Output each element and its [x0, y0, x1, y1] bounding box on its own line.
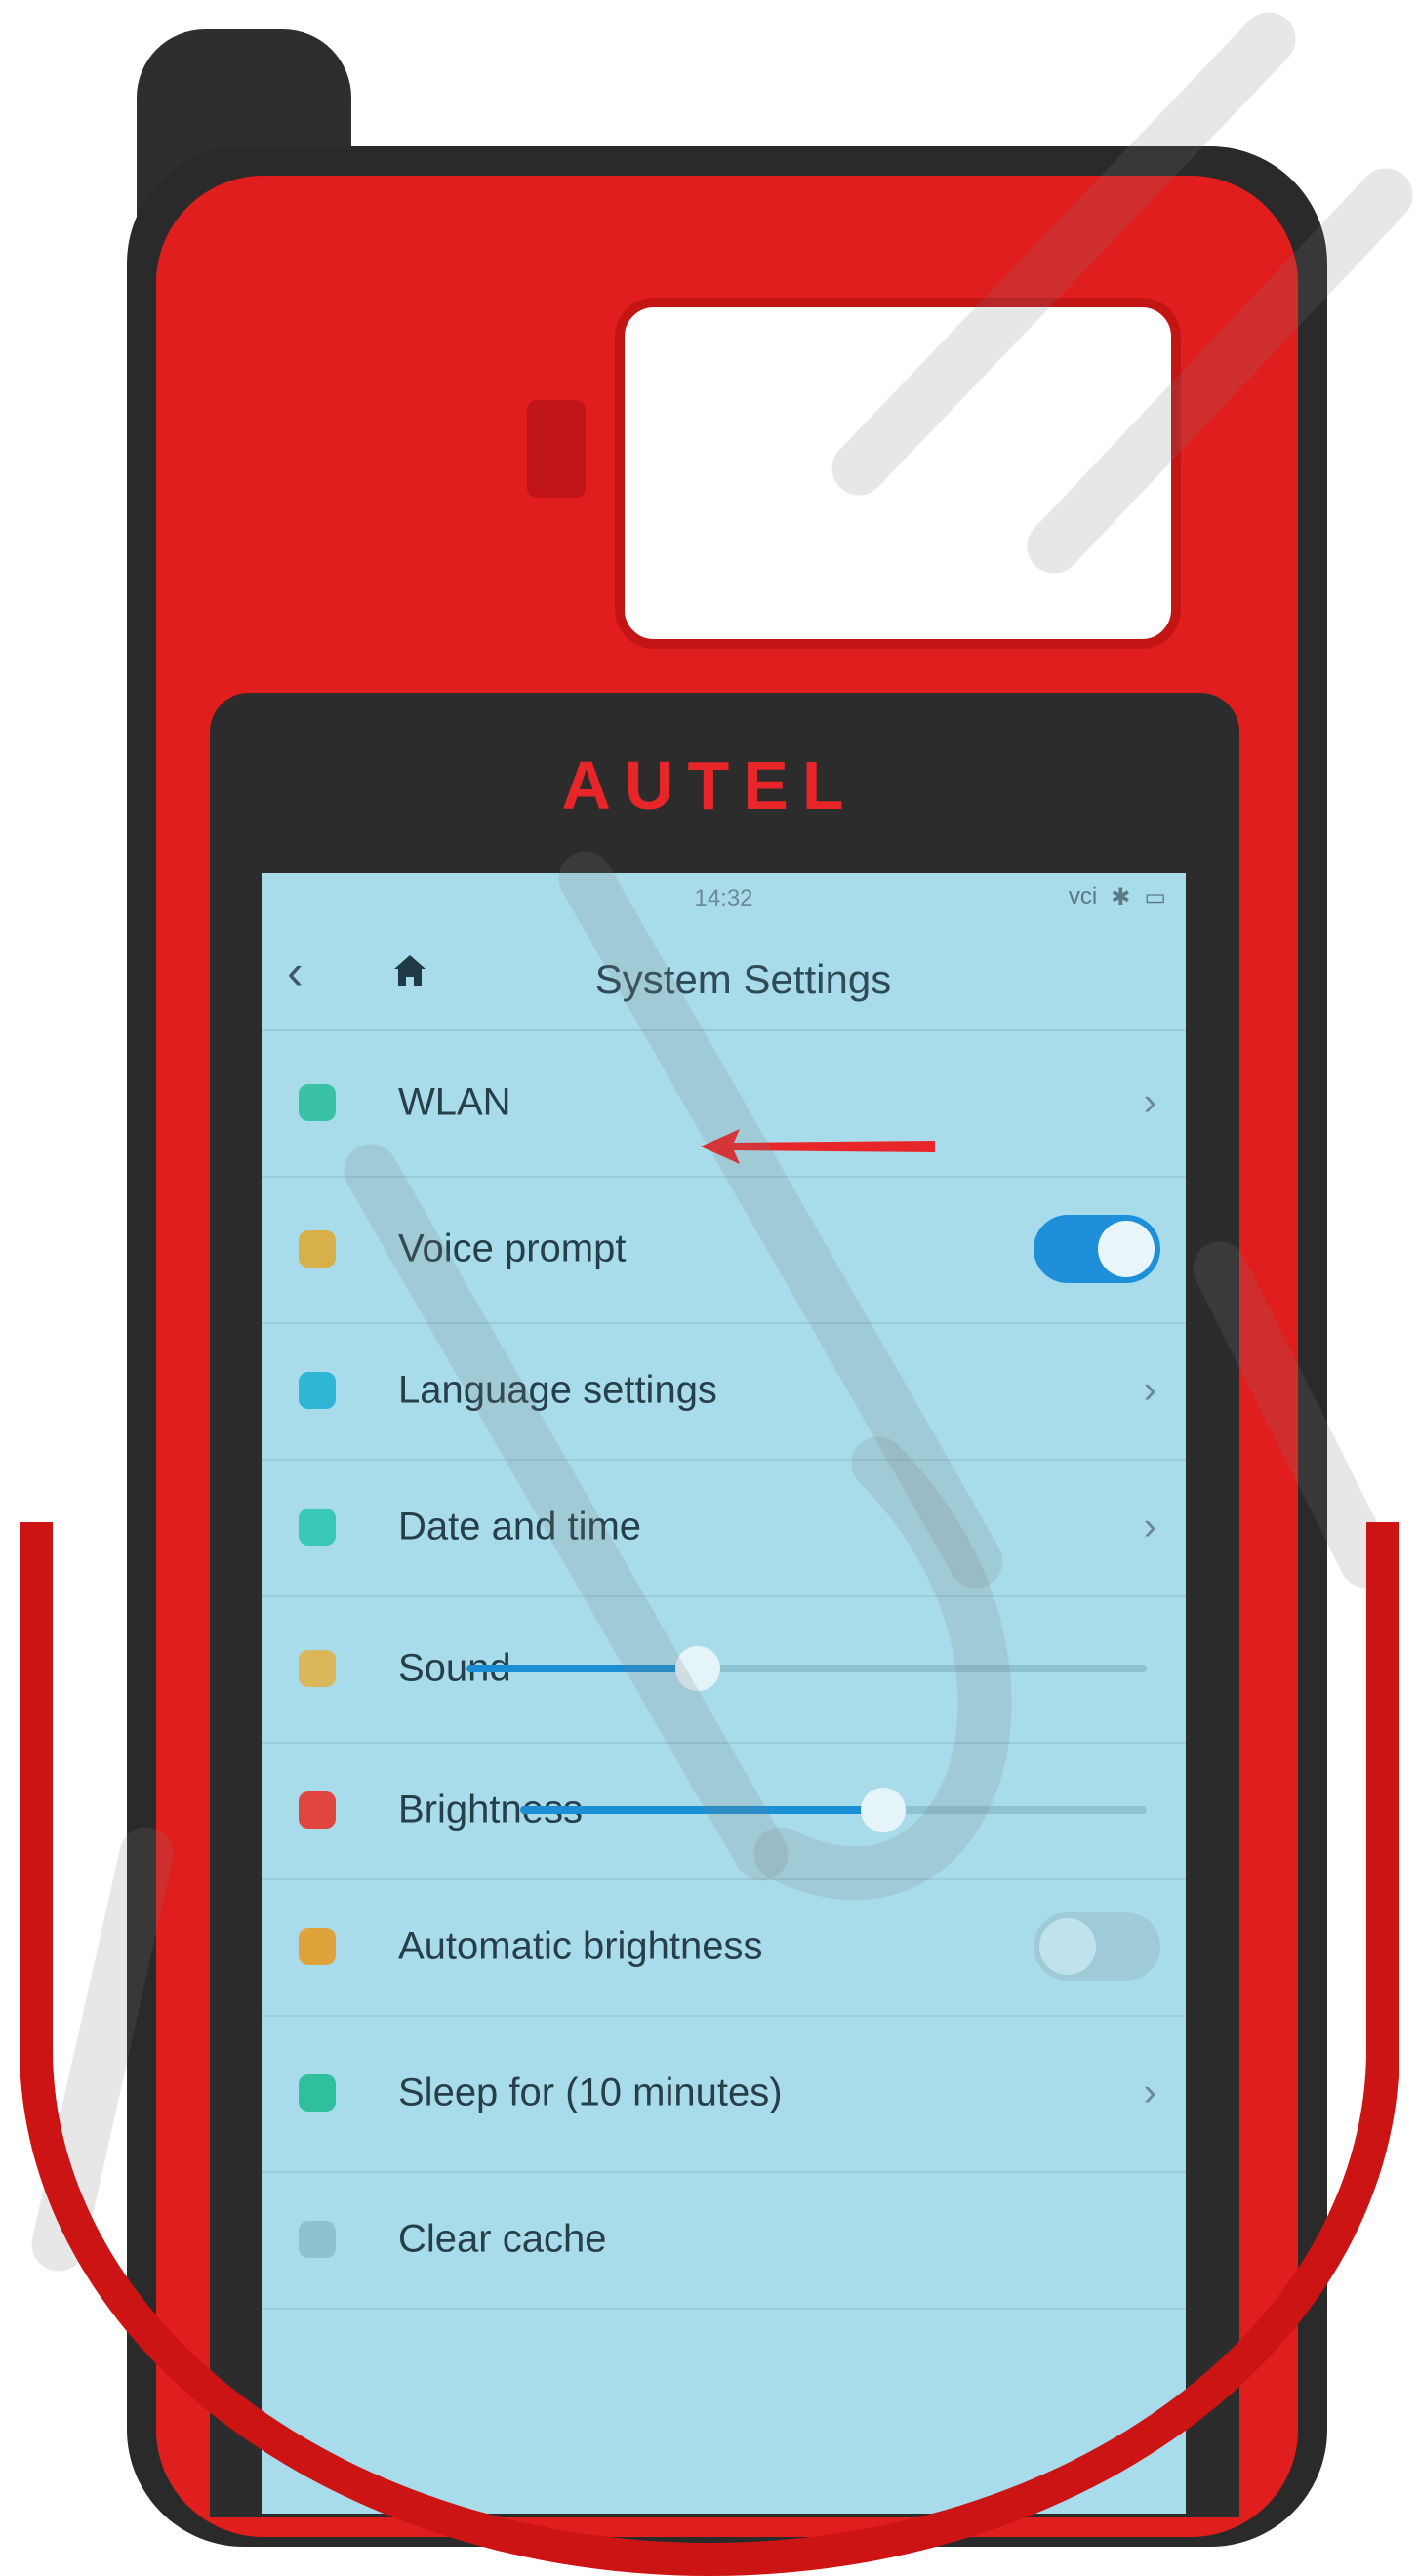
setting-label: WLAN [398, 1080, 511, 1124]
device-slot [527, 400, 586, 498]
language-icon [299, 1372, 336, 1409]
settings-row-language-settings[interactable]: Language settings › [262, 1322, 1186, 1461]
page-title: System Settings [594, 956, 892, 1002]
chevron-right-icon[interactable]: › [1144, 1369, 1156, 1413]
vci-icon: vci [1068, 883, 1098, 909]
status-bar: 14:32 vci ✱ ▭ [262, 873, 1186, 922]
settings-row-voice-prompt[interactable]: Voice prompt [262, 1176, 1186, 1324]
brand-logo: AUTEL [561, 747, 858, 824]
setting-label: Voice prompt [398, 1227, 627, 1270]
setting-label: Language settings [398, 1368, 717, 1412]
toggle-knob [1098, 1221, 1155, 1277]
bluetooth-icon: ✱ [1111, 884, 1131, 910]
decorative-red-arc [20, 1522, 1399, 2576]
microphone-icon [299, 1230, 336, 1268]
status-icons: vci ✱ ▭ [1069, 883, 1166, 911]
toggle-switch[interactable] [1034, 1215, 1160, 1283]
nav-bar: ‹ System Settings [262, 922, 1186, 1031]
status-time: 14:32 [694, 885, 753, 911]
device-window-cutout [615, 298, 1181, 649]
chevron-right-icon[interactable]: › [1144, 1081, 1156, 1125]
wifi-icon [299, 1084, 336, 1121]
battery-icon: ▭ [1144, 884, 1166, 910]
annotation-arrow [701, 1129, 935, 1164]
